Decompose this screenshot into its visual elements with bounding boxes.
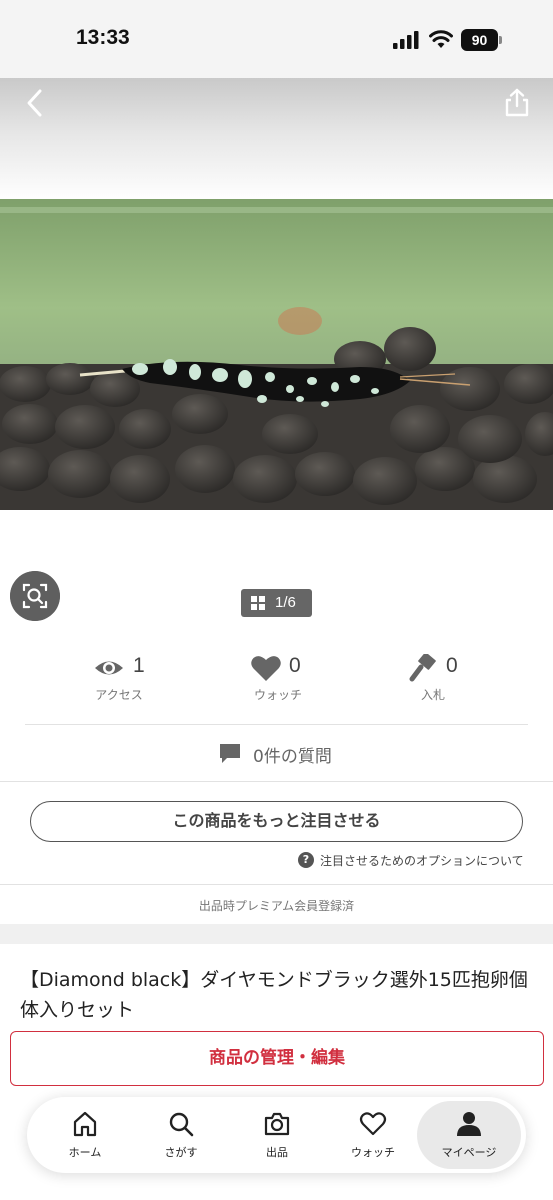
stat-watch: 0 ウォッチ [248, 652, 358, 708]
chevron-left-icon[interactable] [18, 86, 52, 120]
divider [0, 884, 553, 885]
nav-watch-label: ウォッチ [351, 1146, 395, 1159]
battery-tip [499, 36, 502, 44]
item-title: 【Diamond black】ダイヤモンドブラック選外15匹抱卵個体入りセット [20, 969, 528, 1021]
stat-access: 1 アクセス [75, 652, 185, 708]
watch-label: ウォッチ [253, 688, 302, 702]
person-icon [457, 1112, 481, 1136]
qa-link[interactable]: 0件の質問 [0, 735, 553, 775]
search-icon [169, 1112, 194, 1137]
signal-icon [393, 31, 419, 49]
gavel-icon [409, 654, 436, 682]
watch-count: 0 [289, 654, 301, 677]
status-bar: 13:33 90 [0, 0, 553, 78]
camera-icon [264, 1112, 290, 1136]
promote-item-button[interactable]: この商品をもっと注目させる [30, 801, 523, 842]
image-header-gradient [0, 78, 553, 200]
product-photo[interactable] [0, 199, 553, 510]
nav-search[interactable]: さがす [133, 1097, 229, 1173]
battery-icon: 90 [461, 29, 503, 51]
nav-sell[interactable]: 出品 [229, 1097, 325, 1173]
nav-mypage-label: マイページ [441, 1146, 497, 1159]
heart-icon [359, 1112, 387, 1136]
speech-bubble-icon [220, 744, 240, 763]
share-icon[interactable] [500, 86, 534, 120]
eye-icon [95, 661, 123, 675]
battery-level: 90 [461, 29, 498, 51]
nav-search-label: さがす [164, 1146, 198, 1159]
nav-home[interactable]: ホーム [37, 1097, 133, 1173]
access-count: 1 [133, 654, 145, 677]
premium-note: 出品時プレミアム会員登録済 [198, 899, 355, 913]
image-counter-text: 1/6 [275, 594, 296, 611]
nav-sell-label: 出品 [266, 1146, 288, 1159]
nav-mypage[interactable]: マイページ [417, 1101, 521, 1169]
divider [0, 781, 553, 782]
heart-icon [251, 656, 281, 681]
stat-bids: 0 入札 [406, 652, 516, 708]
bottom-nav: ホーム さがす 出品 ウォッチ マイページ [27, 1097, 526, 1173]
nav-watch[interactable]: ウォッチ [325, 1097, 421, 1173]
promote-help-text: 注目させるためのオプションについて [320, 854, 524, 868]
nav-home-label: ホーム [68, 1146, 102, 1159]
grid-icon [251, 596, 265, 610]
bids-label: 入札 [420, 688, 445, 702]
status-time: 13:33 [76, 26, 130, 49]
access-label: アクセス [95, 688, 143, 702]
wifi-icon [429, 30, 453, 48]
bids-count: 0 [446, 654, 458, 677]
manage-edit-button[interactable]: 商品の管理・編集 [10, 1031, 544, 1086]
image-counter-badge[interactable]: 1/6 [241, 589, 312, 617]
divider [25, 724, 528, 725]
section-gap [0, 924, 553, 944]
qa-count: 0件の質問 [253, 747, 332, 767]
home-icon [73, 1111, 97, 1137]
question-icon: ? [298, 852, 314, 868]
image-search-icon[interactable] [10, 571, 60, 621]
